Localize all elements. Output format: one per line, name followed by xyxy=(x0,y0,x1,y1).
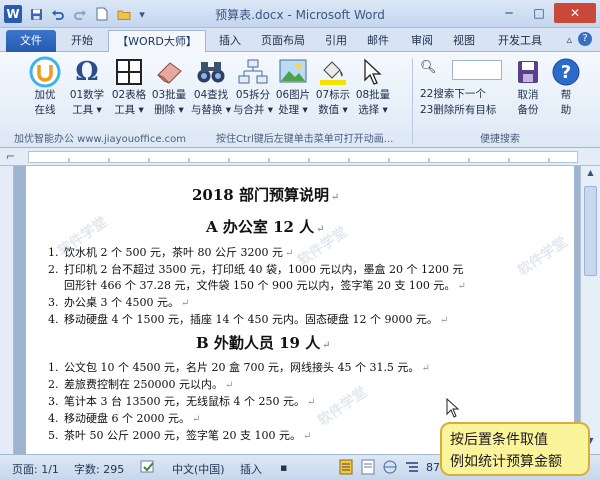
pointer-icon xyxy=(357,56,389,88)
ribbon: 加优 在线 Ω 01数学 工具 ▾ 02表格 工具 ▾ 03批量 删除 ▾ 04… xyxy=(0,52,600,148)
question-mark-icon: ? xyxy=(550,56,582,88)
list-item-continuation: 回形针 466 个 37.28 元，文件袋 150 个 900 元以内，签字笔 … xyxy=(64,279,466,292)
callout-line-2: 例如统计预算金额 xyxy=(450,454,562,470)
list-item: 4. 移动硬盘 4 个 1500 元，插座 14 个 450 元内。固态硬盘 12… xyxy=(48,313,449,326)
tab-word-master[interactable]: 【WORD大师】 xyxy=(108,30,206,52)
section-a-heading: A 办公室 12 人 ↵ xyxy=(206,218,325,236)
tab-mailings[interactable]: 邮件 xyxy=(360,30,396,52)
help-button[interactable]: ? 帮 助 xyxy=(548,56,584,128)
zoom-level[interactable]: 87 xyxy=(426,461,440,474)
table-tools-button[interactable]: 02表格 工具 ▾ xyxy=(108,56,150,128)
scroll-thumb[interactable] xyxy=(584,186,597,276)
callout-tooltip: 按后置条件取值 例如统计预算金额 xyxy=(440,422,590,476)
scroll-up-icon[interactable]: ▲ xyxy=(584,168,597,182)
search-icon: 🔍︎ xyxy=(420,60,437,75)
search-next-button[interactable]: 22搜索下一个 xyxy=(420,86,486,101)
hierarchy-icon xyxy=(237,56,269,88)
macro-icon[interactable]: ▪ xyxy=(280,461,287,474)
maximize-icon[interactable]: □ xyxy=(524,3,554,23)
math-tools-button[interactable]: Ω 01数学 工具 ▾ xyxy=(66,56,108,128)
jiayou-logo-icon xyxy=(29,56,61,88)
jiayou-online-button[interactable]: 加优 在线 xyxy=(24,56,66,128)
outline-view-icon[interactable] xyxy=(404,459,420,478)
mark-values-button[interactable]: 07标示 数值 ▾ xyxy=(312,56,354,128)
mouse-cursor-icon xyxy=(446,397,460,421)
help-icon[interactable]: ? xyxy=(578,32,592,46)
page-count[interactable]: 页面: 1/1 xyxy=(12,461,59,477)
save-disk-icon xyxy=(512,56,544,88)
callout-line-1: 按后置条件取值 xyxy=(450,432,548,448)
table-grid-icon xyxy=(113,56,145,88)
document-area[interactable]: 2018 部门预算说明 ↵ A 办公室 12 人 ↵ 1. 饮水机 2 个 500 元… xyxy=(14,166,580,454)
window-controls: ─ □ ✕ xyxy=(494,3,596,23)
web-view-icon[interactable] xyxy=(382,459,398,478)
tab-review[interactable]: 审阅 xyxy=(404,30,440,52)
list-item: 1. 饮水机 2 个 500 元，茶叶 80 公斤 3200 元 ↵ xyxy=(48,246,294,259)
tab-references[interactable]: 引用 xyxy=(318,30,354,52)
proofing-icon[interactable] xyxy=(140,459,156,478)
batch-delete-button[interactable]: 03批量 删除 ▾ xyxy=(148,56,190,128)
tab-stop-selector-icon[interactable]: ⌐ xyxy=(6,150,15,163)
binoculars-icon xyxy=(195,56,227,88)
eraser-icon xyxy=(153,56,185,88)
tab-home[interactable]: 开始 xyxy=(62,30,102,52)
tab-page-layout[interactable]: 页面布局 xyxy=(252,30,314,52)
minimize-icon[interactable]: ─ xyxy=(494,3,524,23)
tab-view[interactable]: 视图 xyxy=(446,30,482,52)
group-label-jiayou: 加优智能办公 www.jiayouoffice.com xyxy=(14,134,187,145)
cancel-backup-button[interactable]: 取消 备份 xyxy=(507,56,549,128)
close-icon[interactable]: ✕ xyxy=(554,3,596,23)
ribbon-tabs: 文件 开始 【WORD大师】 插入 页面布局 引用 邮件 审阅 视图 开发工具 … xyxy=(0,28,600,52)
horizontal-ruler[interactable]: ⌐ xyxy=(0,148,600,166)
ribbon-separator xyxy=(412,58,413,144)
vertical-ruler[interactable] xyxy=(0,166,14,454)
group-label-hint: 按住Ctrl键后左键单击菜单可打开动画... xyxy=(216,134,394,145)
split-merge-button[interactable]: 05拆分 与合并 ▾ xyxy=(232,56,274,128)
delete-all-targets-button[interactable]: 23删除所有目标 xyxy=(420,102,496,117)
collapse-ribbon-icon[interactable]: ▵ xyxy=(566,33,572,46)
document-title: 2018 部门预算说明 ↵ xyxy=(192,186,340,204)
picture-icon xyxy=(277,56,309,88)
search-input[interactable] xyxy=(452,60,502,80)
tab-file[interactable]: 文件 xyxy=(6,30,56,52)
list-item: 2. 打印机 2 台不超过 3500 元，打印纸 40 袋，1000 元以内，墨盒… xyxy=(48,263,464,276)
list-item: 5. 茶叶 50 公斤 2000 元，签字笔 20 支 100 元。 ↵ xyxy=(48,429,312,442)
ruler-track xyxy=(28,151,578,163)
vertical-scrollbar[interactable]: ▲ ▼ xyxy=(580,166,600,454)
group-label-quick-search: 便捷搜索 xyxy=(480,134,520,145)
tab-developer[interactable]: 开发工具 xyxy=(490,30,550,52)
list-item: 3. 办公桌 3 个 4500 元。 ↵ xyxy=(48,296,190,309)
list-item: 3. 笔计本 3 台 13500 元，无线鼠标 4 个 250 元。 ↵ xyxy=(48,395,316,408)
language-indicator[interactable]: 中文(中国) xyxy=(172,461,225,477)
list-item: 2. 差旅费控制在 250000 元以内。 ↵ xyxy=(48,378,234,391)
paint-bucket-icon xyxy=(317,56,349,88)
section-b-heading: B 外勤人员 19 人 ↵ xyxy=(196,334,331,352)
insert-mode[interactable]: 插入 xyxy=(240,461,262,477)
batch-select-button[interactable]: 08批量 选择 ▾ xyxy=(352,56,394,128)
tab-insert[interactable]: 插入 xyxy=(212,30,248,52)
omega-icon: Ω xyxy=(75,57,99,87)
image-process-button[interactable]: 06图片 处理 ▾ xyxy=(272,56,314,128)
find-replace-button[interactable]: 04查找 与替换 ▾ xyxy=(190,56,232,128)
print-layout-view-icon[interactable] xyxy=(338,459,354,478)
svg-text:?: ? xyxy=(561,62,571,83)
list-item: 1. 公文包 10 个 4500 元，名片 20 盒 700 元，网线接头 45 … xyxy=(48,361,430,374)
word-count[interactable]: 字数: 295 xyxy=(74,461,124,477)
list-item: 4. 移动硬盘 6 个 2000 元。 ↵ xyxy=(48,412,201,425)
document-page[interactable]: 2018 部门预算说明 ↵ A 办公室 12 人 ↵ 1. 饮水机 2 个 500 元… xyxy=(26,166,574,454)
title-bar: W ▾ 预算表.docx - Microsoft Word ─ □ ✕ xyxy=(0,0,600,28)
full-screen-view-icon[interactable] xyxy=(360,459,376,478)
